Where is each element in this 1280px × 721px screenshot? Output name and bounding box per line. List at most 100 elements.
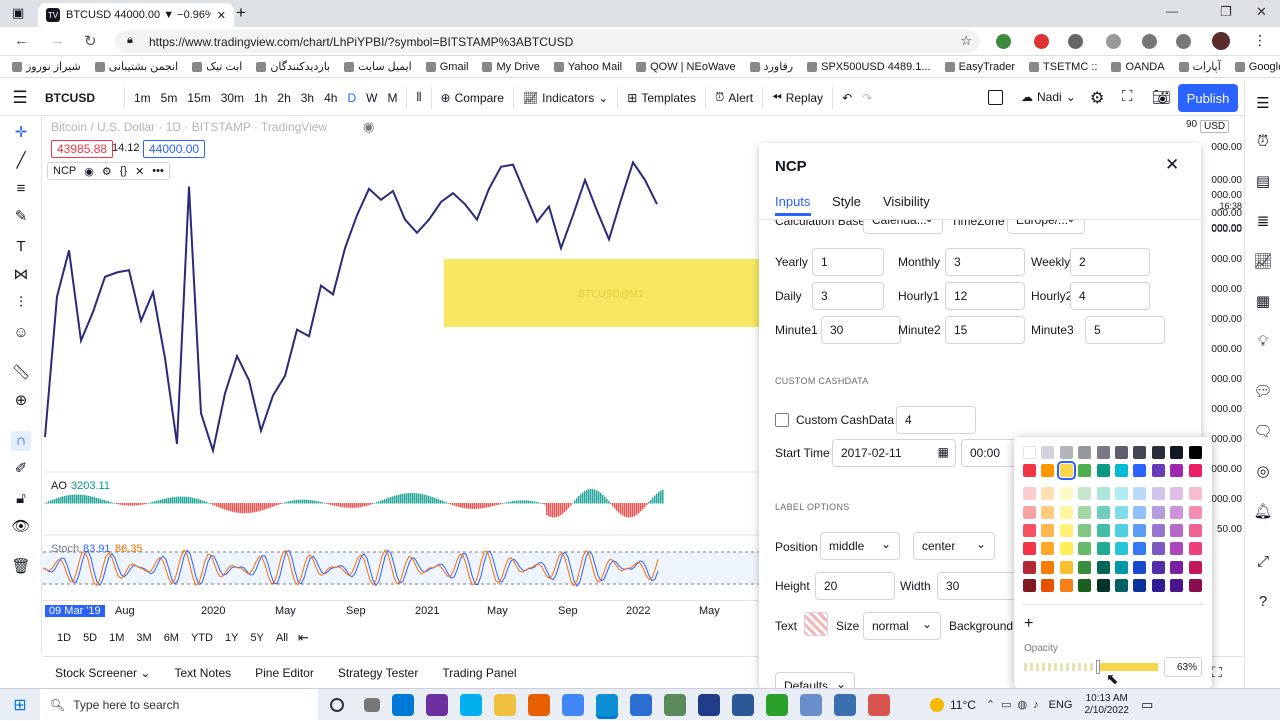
vs-app-icon[interactable] (426, 693, 448, 716)
trend-line-icon[interactable]: ╱ (11, 151, 31, 171)
custom-cashdata-checkbox[interactable] (775, 413, 789, 427)
color-swatch[interactable] (1133, 487, 1147, 500)
templates-button[interactable]: ⊞ Templates (622, 91, 701, 105)
bookmark-item[interactable]: رفاورد (749, 60, 793, 73)
compare-button[interactable]: ⊕ Compare (436, 91, 509, 105)
bookmark-item[interactable]: آپارات (1178, 60, 1221, 73)
color-swatch[interactable] (1096, 579, 1110, 592)
currency-button[interactable]: USD (1200, 120, 1230, 133)
color-swatch[interactable] (1096, 524, 1110, 537)
color-swatch[interactable] (1115, 524, 1128, 537)
fullscreen-icon[interactable]: ⛶ (1212, 664, 1222, 681)
indicators-button[interactable]: 📈︎ Indicators ⌄ (518, 91, 613, 105)
size-select[interactable]: normal (863, 612, 941, 640)
color-swatch[interactable] (1041, 524, 1055, 537)
color-swatch[interactable] (1151, 579, 1165, 592)
watchlist-icon[interactable]: ☰ (1253, 94, 1273, 114)
color-swatch[interactable] (1023, 446, 1036, 459)
collections-icon[interactable] (1142, 34, 1157, 49)
bookmark-star-icon[interactable]: ☆ (960, 33, 972, 49)
goto-date-icon[interactable]: ⇤ (298, 630, 309, 646)
color-swatch[interactable] (1151, 524, 1165, 537)
interval-D[interactable]: D (342, 91, 361, 105)
color-swatch[interactable] (1133, 579, 1147, 592)
chevron-down-icon[interactable]: ⌄ (1066, 90, 1076, 104)
minute2-input[interactable]: 15 (945, 316, 1025, 344)
app-icon[interactable] (800, 693, 822, 716)
edge-app-icon[interactable] (596, 693, 618, 716)
text-icon[interactable]: T (11, 237, 31, 257)
color-swatch[interactable] (1115, 542, 1128, 555)
color-swatch[interactable] (1023, 524, 1036, 537)
magnet-icon[interactable]: ∩ (11, 431, 31, 451)
restore-icon[interactable]: ❐ (1220, 4, 1232, 20)
alert-button[interactable]: ⏰︎ Alert (710, 90, 758, 105)
interval-4h[interactable]: 4h (319, 91, 342, 105)
tab-style[interactable]: Style (832, 194, 861, 209)
color-swatch[interactable] (1188, 464, 1202, 477)
height-input[interactable]: 20 (815, 572, 895, 600)
width-input[interactable]: 30 (937, 572, 1017, 600)
store-app-icon[interactable] (392, 693, 414, 716)
bookmark-item[interactable]: My Drive (482, 61, 540, 73)
stream-icon[interactable]: ◎ (1253, 462, 1273, 482)
lock-icon[interactable]: 🔒︎ (127, 34, 133, 47)
time-axis[interactable]: 09 Mar '19 Aug 2020 May Sep 2021 May Sep 2022 May (43, 600, 759, 620)
color-swatch[interactable] (1041, 487, 1055, 500)
color-swatch[interactable] (1151, 464, 1165, 477)
color-swatch[interactable] (1059, 561, 1073, 574)
opacity-value-input[interactable]: 63% (1164, 657, 1202, 677)
color-swatch[interactable] (1170, 542, 1184, 555)
color-swatch[interactable] (1188, 446, 1202, 459)
taskbar-search-box[interactable]: 🔍︎ Type here to search (40, 688, 318, 721)
color-swatch[interactable] (1023, 464, 1036, 477)
hourly1-input[interactable]: 12 (945, 282, 1025, 310)
help-icon[interactable]: ? (1253, 592, 1273, 612)
color-swatch[interactable] (1115, 446, 1128, 459)
color-swatch[interactable] (1115, 506, 1128, 519)
back-icon[interactable]: ← (14, 32, 29, 49)
color-swatch[interactable] (1023, 561, 1036, 574)
messages-icon[interactable]: 🗨︎ (1253, 422, 1273, 442)
color-swatch[interactable] (1151, 487, 1165, 500)
color-swatch[interactable] (1059, 542, 1073, 555)
color-swatch[interactable] (1041, 464, 1055, 477)
bookmark-item[interactable]: Google (1234, 61, 1280, 73)
opacity-slider[interactable] (1024, 660, 1158, 674)
color-swatch[interactable] (1115, 561, 1128, 574)
color-swatch[interactable] (1023, 579, 1036, 592)
camera-icon[interactable]: 📷︎ (1152, 88, 1171, 106)
color-swatch[interactable] (1170, 464, 1184, 477)
bookmark-item[interactable]: Yahoo Mail (553, 61, 622, 73)
color-swatch[interactable] (1023, 542, 1036, 555)
color-swatch[interactable] (1188, 561, 1202, 574)
color-swatch[interactable] (1059, 487, 1073, 500)
start-date-input[interactable]: 2017-02-11 ▦ (832, 439, 956, 467)
publish-button[interactable]: Publish (1178, 84, 1238, 112)
task-view-icon[interactable] (364, 697, 380, 712)
layout-name-button[interactable]: ☁︎ Nadi ⌄ (1016, 90, 1081, 104)
download-icon[interactable] (1176, 34, 1191, 49)
symbol-search-button[interactable]: BTCUSD (40, 91, 120, 105)
zoom-icon[interactable]: ⊕ (11, 391, 31, 411)
chevron-down-icon[interactable]: ⌄ (137, 666, 150, 680)
range-1m[interactable]: 1M (109, 632, 124, 644)
color-swatch[interactable] (1170, 487, 1184, 500)
range-5d[interactable]: 5D (83, 632, 97, 644)
color-swatch[interactable] (1188, 542, 1202, 555)
data-window-icon[interactable]: ▤ (1253, 172, 1273, 192)
color-swatch[interactable] (1170, 561, 1184, 574)
ruler-icon[interactable]: 📏︎ (11, 363, 31, 383)
position-horizontal-select[interactable]: center (913, 532, 995, 560)
color-swatch[interactable] (1133, 524, 1147, 537)
color-swatch[interactable] (1096, 506, 1110, 519)
extension-icon[interactable] (1034, 34, 1049, 49)
browser-tab[interactable]: TV BTCUSD 44000.00 ▼ −0.96% Na… ✕ (38, 3, 234, 27)
position-vertical-select[interactable]: middle (820, 532, 900, 560)
trash-icon[interactable]: 🗑︎ (11, 557, 31, 577)
minimize-icon[interactable]: — (1166, 4, 1178, 18)
forecast-icon[interactable]: ⫶ (11, 293, 31, 313)
puzzle-icon[interactable] (1068, 34, 1083, 49)
bookmark-item[interactable]: OANDA (1111, 61, 1165, 73)
forward-icon[interactable]: → (50, 32, 65, 49)
